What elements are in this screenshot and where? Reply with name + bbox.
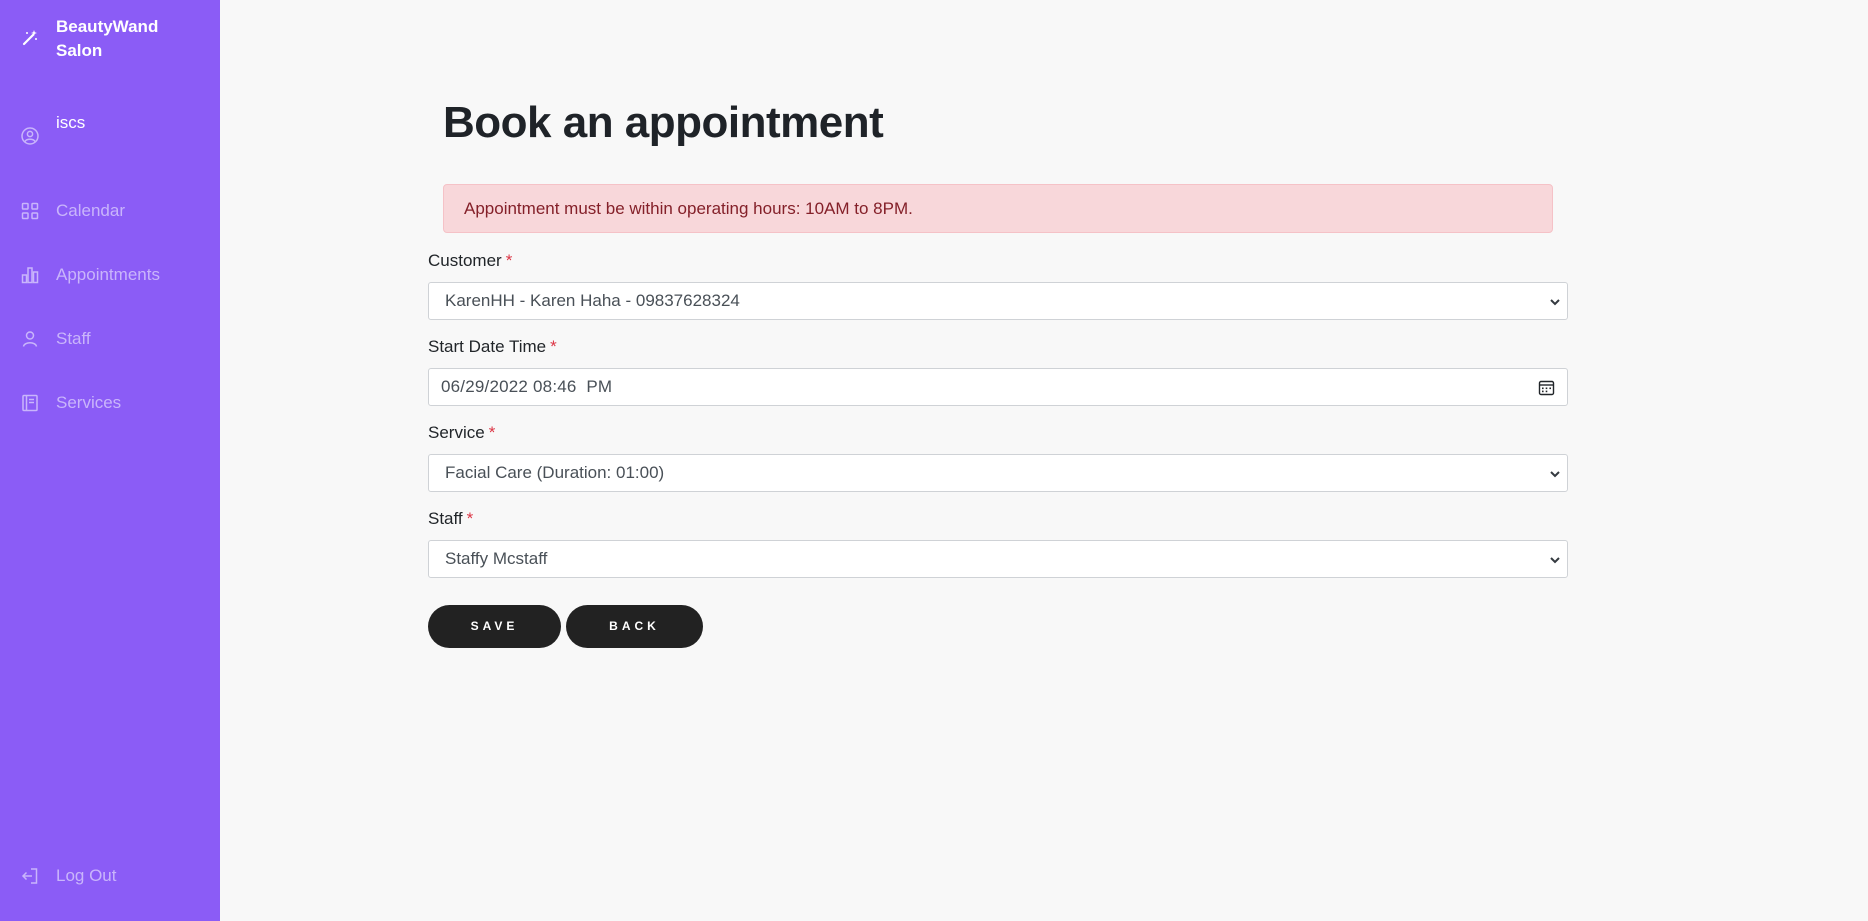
staff-select-value: Staffy Mcstaff (445, 549, 548, 568)
book-icon (20, 393, 40, 413)
sidebar-item-label: Staff (56, 329, 91, 348)
customer-label-text: Customer (428, 251, 502, 270)
sidebar: BeautyWand Salon iscs Calendar Appointme… (0, 0, 220, 921)
required-marker: * (466, 509, 474, 528)
user-circle-icon (20, 126, 40, 146)
staff-select[interactable]: Staffy Mcstaff (428, 540, 1568, 578)
chevron-down-icon (1549, 296, 1561, 308)
grid-icon (20, 201, 40, 221)
customer-select[interactable]: KarenHH - Karen Haha - 09837628324 (428, 282, 1568, 320)
start-datetime-label-text: Start Date Time (428, 337, 547, 356)
brand[interactable]: BeautyWand Salon (20, 15, 186, 63)
required-marker: * (550, 337, 557, 356)
back-button[interactable]: BACK (566, 605, 703, 648)
sidebar-item-services[interactable]: Services (20, 391, 121, 415)
sidebar-item-calendar[interactable]: Calendar (20, 199, 125, 223)
magic-wand-icon (20, 28, 40, 48)
chevron-down-icon (1549, 468, 1561, 480)
sidebar-item-label: Appointments (56, 265, 160, 284)
user-profile[interactable]: iscs (20, 112, 85, 146)
logout-button[interactable]: Log Out (20, 864, 117, 888)
customer-label: Customer * (428, 251, 512, 271)
service-select[interactable]: Facial Care (Duration: 01:00) (428, 454, 1568, 492)
person-icon (20, 329, 40, 349)
service-label-text: Service (428, 423, 485, 442)
staff-label-text: Staff (428, 509, 463, 528)
logout-label: Log Out (56, 866, 117, 885)
logout-icon (20, 866, 40, 886)
service-select-value: Facial Care (Duration: 01:00) (445, 463, 665, 482)
brand-name: BeautyWand Salon (56, 17, 159, 60)
service-label: Service * (428, 423, 495, 443)
bar-chart-icon (20, 265, 40, 285)
start-datetime-label: Start Date Time * (428, 337, 557, 357)
main-content: Book an appointment Appointment must be … (220, 0, 1868, 921)
required-marker: * (505, 251, 513, 270)
staff-label: Staff * (428, 509, 473, 529)
required-marker: * (488, 423, 496, 442)
save-button[interactable]: SAVE (428, 605, 561, 648)
user-name: iscs (56, 113, 86, 132)
sidebar-item-appointments[interactable]: Appointments (20, 263, 160, 287)
sidebar-item-staff[interactable]: Staff (20, 327, 91, 351)
chevron-down-icon (1549, 554, 1561, 566)
start-datetime-value: 06/29/2022 08:46 PM (441, 377, 613, 396)
calendar-icon[interactable] (1538, 379, 1555, 396)
page-title: Book an appointment (443, 98, 884, 147)
start-datetime-input[interactable]: 06/29/2022 08:46 PM (428, 368, 1568, 406)
error-alert: Appointment must be within operating hou… (443, 184, 1553, 233)
customer-select-value: KarenHH - Karen Haha - 09837628324 (445, 291, 740, 310)
sidebar-item-label: Calendar (56, 201, 125, 220)
sidebar-item-label: Services (56, 393, 122, 412)
